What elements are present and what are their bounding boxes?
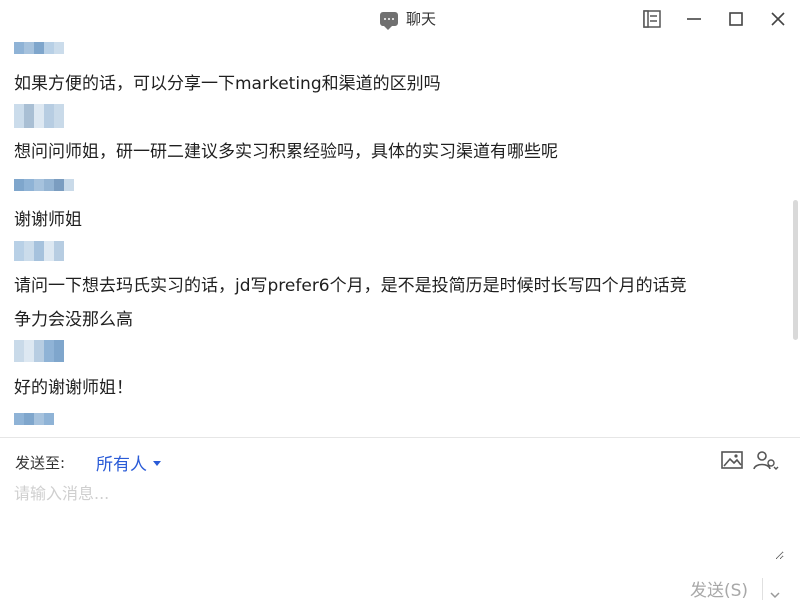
sender-name-blurred: [14, 241, 64, 263]
sender-name-blurred: [14, 340, 64, 364]
image-icon[interactable]: [720, 449, 746, 471]
chevron-down-icon[interactable]: [770, 585, 780, 599]
sender-name-blurred: [14, 104, 64, 130]
chat-message: 好的谢谢师姐！: [14, 378, 133, 398]
recipient-value: 所有人: [96, 455, 147, 475]
send-separator: [762, 578, 763, 600]
sender-name-blurred: [14, 413, 54, 427]
chat-message: 请问一下想去玛氏实习的话，jd写prefer6个月，是不是投简历是时候时长写四个…: [14, 276, 687, 330]
chat-bubble-icon: [380, 11, 398, 30]
title-bar: 聊天: [0, 0, 800, 40]
window-title: 聊天: [380, 8, 437, 30]
chat-scrollbar-thumb[interactable]: [793, 200, 798, 340]
window-title-label: 聊天: [406, 10, 437, 28]
send-button[interactable]: 发送(S): [690, 576, 748, 601]
sender-name-blurred: [14, 42, 64, 56]
input-divider: [0, 437, 800, 438]
chat-message: 谢谢师姐: [14, 210, 82, 230]
chat-message: 想问问师姐，研一研二建议多实习积累经验吗，具体的实习渠道有哪些呢: [14, 142, 558, 162]
caret-down-icon: [153, 461, 161, 466]
maximize-icon[interactable]: [722, 6, 750, 32]
recipient-select[interactable]: 所有人: [96, 450, 161, 475]
chat-message: 如果方便的话，可以分享一下marketing和渠道的区别吗: [14, 74, 441, 94]
send-to-label: 发送至:: [15, 454, 66, 472]
sender-name-blurred: [14, 179, 74, 193]
mention-user-icon[interactable]: [752, 449, 779, 471]
message-input[interactable]: [14, 480, 784, 560]
pin-window-icon[interactable]: [638, 6, 666, 32]
minimize-icon[interactable]: [680, 6, 708, 32]
chat-message-list[interactable]: 如果方便的话，可以分享一下marketing和渠道的区别吗 想问问师姐，研一研二…: [0, 40, 790, 435]
close-icon[interactable]: [764, 6, 792, 32]
